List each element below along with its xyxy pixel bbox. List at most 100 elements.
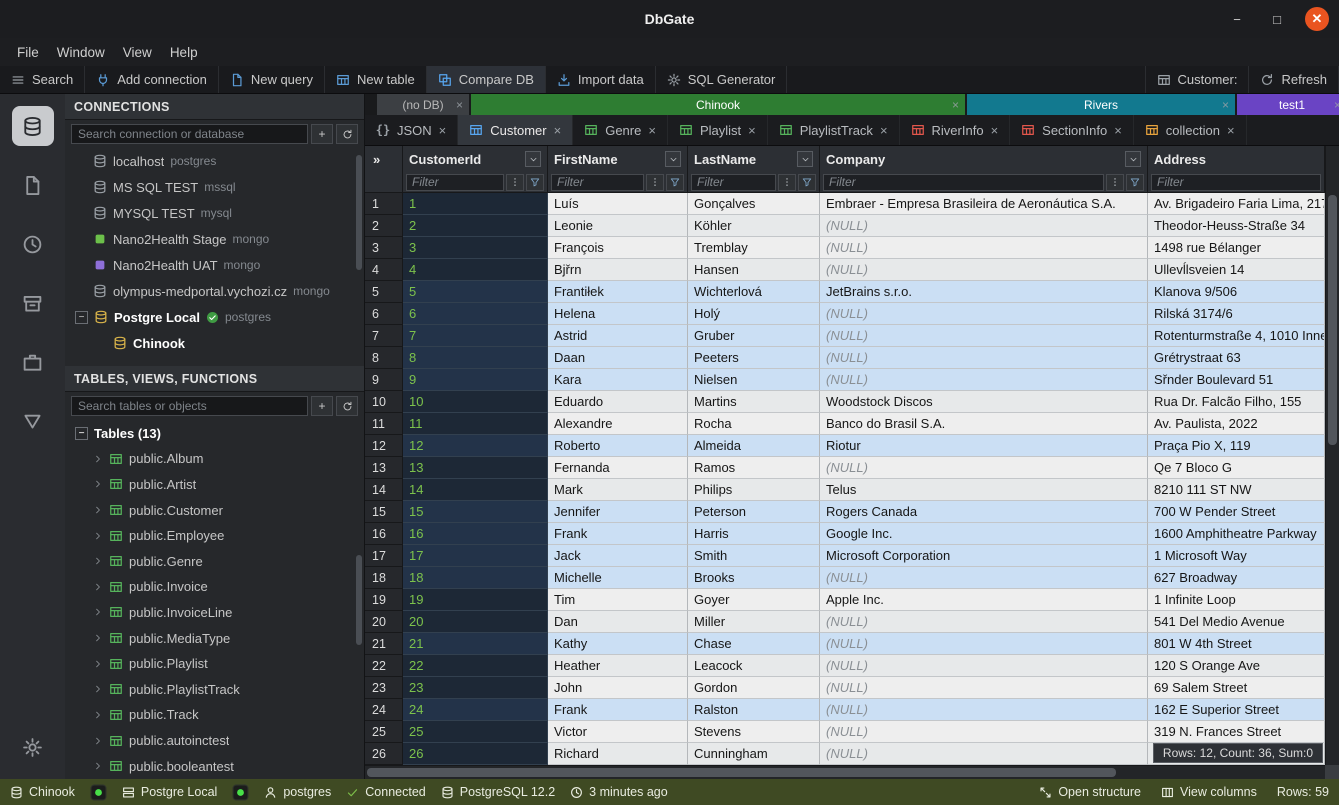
cell-customerid[interactable]: 14 <box>403 479 548 501</box>
cell-company[interactable]: (NULL) <box>820 721 1148 743</box>
filetab-playlisttrack[interactable]: PlaylistTrack× <box>768 115 900 145</box>
row-number[interactable]: 26 <box>365 743 403 765</box>
cell-company[interactable]: (NULL) <box>820 325 1148 347</box>
connection-item-nano2health-uat[interactable]: Nano2Health UATmongo <box>65 252 364 278</box>
close-icon[interactable]: × <box>952 98 959 112</box>
filetab-genre[interactable]: Genre× <box>573 115 668 145</box>
cell-address[interactable]: 1600 Amphitheatre Parkway <box>1148 523 1325 545</box>
table-item-public-playlisttrack[interactable]: public.PlaylistTrack <box>65 676 364 702</box>
filetab-json[interactable]: {}JSON× <box>365 115 458 145</box>
cell-address[interactable]: 627 Broadway <box>1148 567 1325 589</box>
database-item-chinook[interactable]: Chinook <box>65 330 364 356</box>
minimize-button[interactable]: − <box>1225 7 1249 31</box>
cell-company[interactable]: (NULL) <box>820 215 1148 237</box>
row-number[interactable]: 1 <box>365 193 403 215</box>
cell-lastname[interactable]: Leacock <box>688 655 820 677</box>
vertical-scrollbar[interactable] <box>1325 146 1339 765</box>
vertical-scroll-thumb[interactable] <box>1328 195 1337 445</box>
cell-company[interactable]: Embraer - Empresa Brasileira de Aeronáut… <box>820 193 1148 215</box>
connection-item-ms-sql-test[interactable]: MS SQL TESTmssql <box>65 174 364 200</box>
filter-menu-button[interactable] <box>646 174 664 191</box>
connection-item-localhost[interactable]: localhostpostgres <box>65 148 364 174</box>
row-number[interactable]: 16 <box>365 523 403 545</box>
row-number[interactable]: 13 <box>365 457 403 479</box>
cell-firstname[interactable]: John <box>548 677 688 699</box>
cell-firstname[interactable]: Jennifer <box>548 501 688 523</box>
dbtab-rivers[interactable]: Rivers× <box>967 94 1235 115</box>
toolbar-add-connection-button[interactable]: Add connection <box>85 66 219 93</box>
cell-lastname[interactable]: Philips <box>688 479 820 501</box>
cell-lastname[interactable]: Gonçalves <box>688 193 820 215</box>
cell-company[interactable]: (NULL) <box>820 567 1148 589</box>
cell-address[interactable]: 162 E Superior Street <box>1148 699 1325 721</box>
cell-customerid[interactable]: 19 <box>403 589 548 611</box>
row-number[interactable]: 10 <box>365 391 403 413</box>
cell-lastname[interactable]: Holý <box>688 303 820 325</box>
row-number[interactable]: 4 <box>365 259 403 281</box>
cell-address[interactable]: 319 N. Frances Street <box>1148 721 1325 743</box>
cell-customerid[interactable]: 13 <box>403 457 548 479</box>
row-number[interactable]: 19 <box>365 589 403 611</box>
table-item-public-booleantest[interactable]: public.booleantest <box>65 753 364 779</box>
cell-customerid[interactable]: 1 <box>403 193 548 215</box>
toolbar-search-button[interactable]: Search <box>0 66 85 93</box>
close-icon[interactable]: × <box>1334 98 1339 112</box>
cell-lastname[interactable]: Rocha <box>688 413 820 435</box>
row-number[interactable]: 17 <box>365 545 403 567</box>
collapse-tables-icon[interactable]: − <box>75 427 88 440</box>
cell-company[interactable]: Riotur <box>820 435 1148 457</box>
cell-firstname[interactable]: Leonie <box>548 215 688 237</box>
cell-address[interactable]: Rilská 3174/6 <box>1148 303 1325 325</box>
table-item-public-playlist[interactable]: public.Playlist <box>65 651 364 677</box>
iconbar-connections[interactable] <box>12 106 54 146</box>
menu-view[interactable]: View <box>114 41 161 64</box>
cell-company[interactable]: (NULL) <box>820 633 1148 655</box>
cell-firstname[interactable]: Daan <box>548 347 688 369</box>
menu-window[interactable]: Window <box>48 41 114 64</box>
iconbar-filters[interactable] <box>12 401 54 441</box>
cell-firstname[interactable]: Frank <box>548 523 688 545</box>
column-header-customerid[interactable]: CustomerId <box>403 146 548 172</box>
cell-customerid[interactable]: 20 <box>403 611 548 633</box>
column-dropdown-icon[interactable] <box>797 151 813 167</box>
cell-company[interactable]: (NULL) <box>820 347 1148 369</box>
cell-lastname[interactable]: Stevens <box>688 721 820 743</box>
cell-address[interactable]: 541 Del Medio Avenue <box>1148 611 1325 633</box>
iconbar-settings[interactable] <box>12 727 54 767</box>
table-item-public-customer[interactable]: public.Customer <box>65 497 364 523</box>
cell-customerid[interactable]: 12 <box>403 435 548 457</box>
maximize-button[interactable]: □ <box>1265 7 1289 31</box>
cell-company[interactable]: Telus <box>820 479 1148 501</box>
filetab-riverinfo[interactable]: RiverInfo× <box>900 115 1011 145</box>
cell-customerid[interactable]: 25 <box>403 721 548 743</box>
dbtab-test1[interactable]: test1× <box>1237 94 1339 115</box>
toolbar-import-data-button[interactable]: Import data <box>546 66 656 93</box>
cell-customerid[interactable]: 5 <box>403 281 548 303</box>
filter-input-address[interactable] <box>1151 174 1321 191</box>
cell-address[interactable]: 8210 111 ST NW <box>1148 479 1325 501</box>
filter-funnel-button[interactable] <box>1126 174 1144 191</box>
add-table-mini-button[interactable]: + <box>311 396 333 416</box>
cell-lastname[interactable]: Martins <box>688 391 820 413</box>
cell-company[interactable]: Apple Inc. <box>820 589 1148 611</box>
close-icon[interactable]: × <box>456 98 463 112</box>
table-item-public-autoinctest[interactable]: public.autoinctest <box>65 728 364 754</box>
cell-company[interactable]: (NULL) <box>820 677 1148 699</box>
column-header-lastname[interactable]: LastName <box>688 146 820 172</box>
cell-customerid[interactable]: 6 <box>403 303 548 325</box>
table-item-public-invoiceline[interactable]: public.InvoiceLine <box>65 600 364 626</box>
toolbar-customer-tab-menu-button[interactable]: Customer: <box>1146 66 1250 93</box>
collapse-toggle-icon[interactable]: − <box>75 311 88 324</box>
menu-file[interactable]: File <box>8 41 48 64</box>
cell-firstname[interactable]: Kara <box>548 369 688 391</box>
cell-firstname[interactable]: Michelle <box>548 567 688 589</box>
cell-customerid[interactable]: 9 <box>403 369 548 391</box>
cell-customerid[interactable]: 10 <box>403 391 548 413</box>
table-item-public-invoice[interactable]: public.Invoice <box>65 574 364 600</box>
cell-company[interactable]: (NULL) <box>820 699 1148 721</box>
cell-address[interactable]: 120 S Orange Ave <box>1148 655 1325 677</box>
cell-lastname[interactable]: Smith <box>688 545 820 567</box>
iconbar-files[interactable] <box>12 165 54 205</box>
cell-customerid[interactable]: 17 <box>403 545 548 567</box>
close-icon[interactable]: × <box>554 123 562 138</box>
